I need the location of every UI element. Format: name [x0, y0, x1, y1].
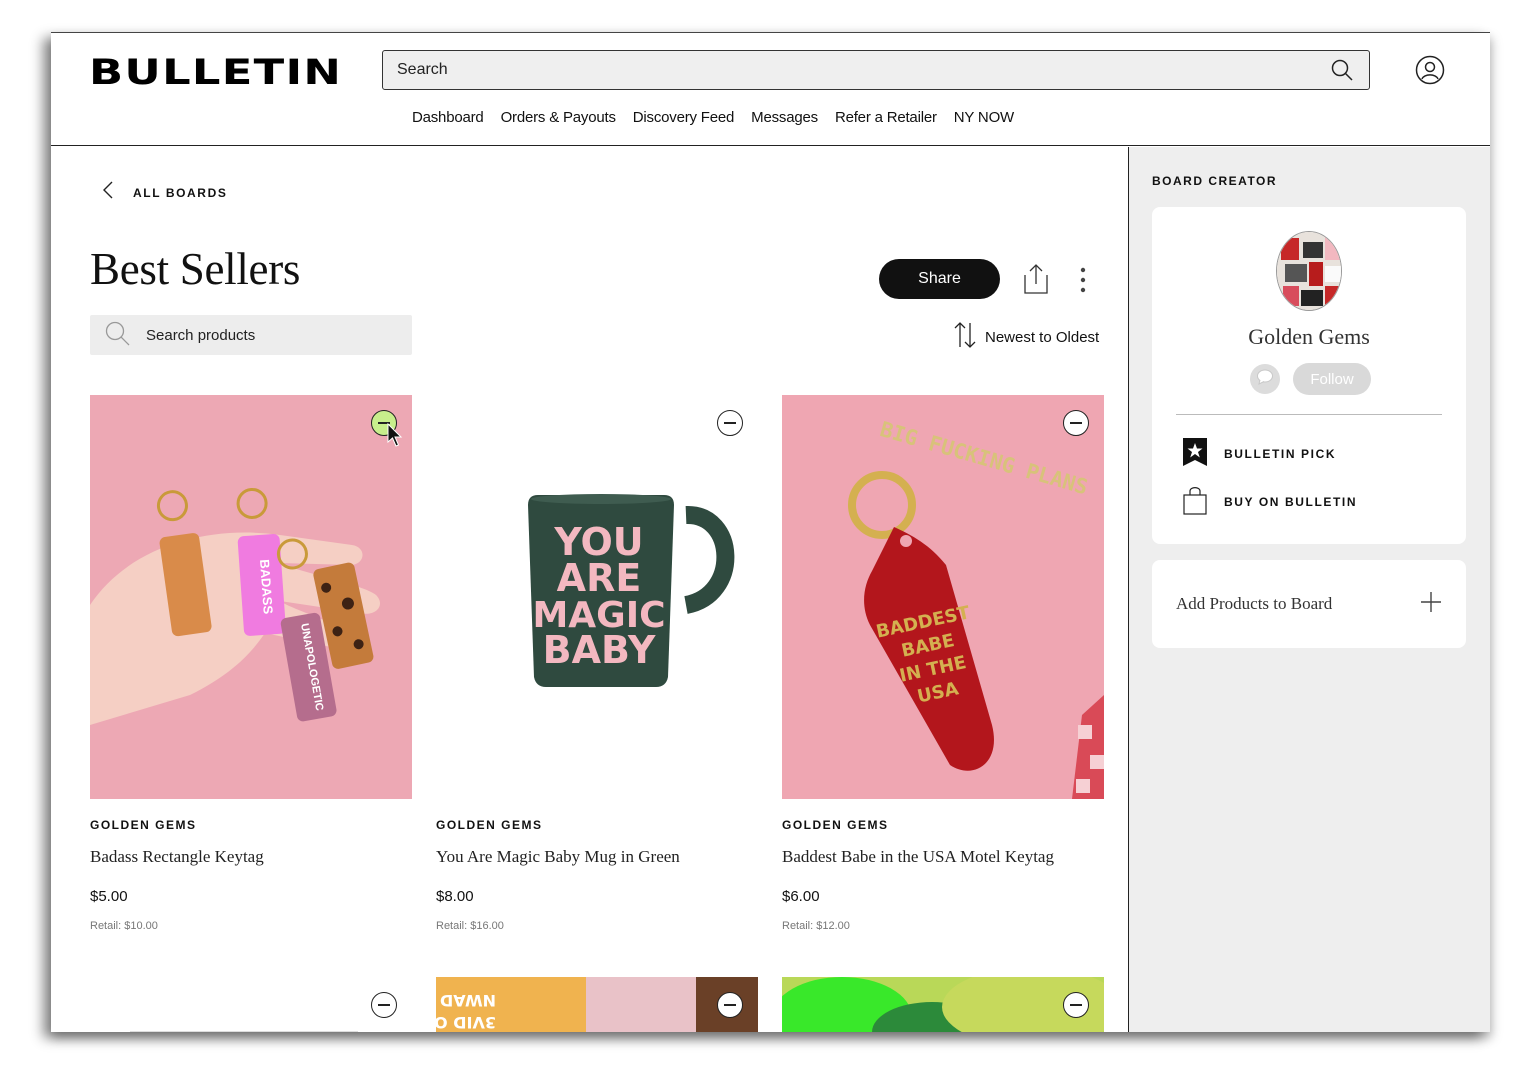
- remove-from-board-button[interactable]: [371, 992, 397, 1018]
- product-price: $6.00: [782, 888, 820, 905]
- browser-window: BULLETIN Dashboard Orders & Payouts Disc…: [51, 32, 1490, 1032]
- product-retail-price: Retail: $16.00: [436, 920, 504, 932]
- product-search-bar[interactable]: [90, 315, 412, 355]
- global-search-bar[interactable]: [382, 50, 1370, 90]
- nav-discovery-feed[interactable]: Discovery Feed: [633, 109, 735, 126]
- search-icon[interactable]: [1329, 57, 1355, 83]
- remove-from-board-button[interactable]: [717, 410, 743, 436]
- shopping-bag-icon: [1182, 485, 1208, 518]
- back-label: ALL BOARDS: [133, 185, 228, 200]
- product-card[interactable]: YOU ARE MAGIC BABY GOLDEN GEMS You Are M…: [436, 395, 758, 932]
- avatar[interactable]: [1276, 231, 1342, 311]
- next-item-text-1: NWAD: [440, 991, 496, 1010]
- product-retail-price: Retail: $10.00: [90, 920, 158, 932]
- product-image[interactable]: [90, 977, 412, 1032]
- page-title: Best Sellers: [90, 244, 301, 294]
- sidebar-title: BOARD CREATOR: [1152, 174, 1278, 188]
- product-retail-price: Retail: $12.00: [782, 920, 850, 932]
- remove-from-board-button[interactable]: [717, 992, 743, 1018]
- board-creator-sidebar: BOARD CREATOR Golden Gems Follow BULLETI…: [1128, 147, 1490, 1032]
- product-price: $8.00: [436, 888, 474, 905]
- search-icon: [104, 320, 130, 351]
- nav-refer-retailer[interactable]: Refer a Retailer: [835, 109, 937, 126]
- sort-label: Newest to Oldest: [985, 328, 1100, 346]
- nav-dashboard[interactable]: Dashboard: [412, 109, 484, 126]
- next-item-text-2: 3VID O: [436, 1013, 496, 1032]
- back-to-all-boards[interactable]: ALL BOARDS: [103, 181, 227, 204]
- product-search-input[interactable]: [146, 326, 398, 344]
- star-flag-icon: [1182, 437, 1208, 470]
- add-products-to-board-button[interactable]: Add Products to Board: [1152, 560, 1466, 648]
- add-products-label: Add Products to Board: [1176, 594, 1333, 613]
- account-icon[interactable]: [1415, 55, 1445, 85]
- creator-name[interactable]: Golden Gems: [1152, 324, 1466, 350]
- message-creator-button[interactable]: [1250, 364, 1280, 394]
- product-name[interactable]: Baddest Babe in the USA Motel Keytag: [782, 847, 1054, 867]
- chevron-left-icon: [103, 181, 113, 204]
- bulletin-logo[interactable]: BULLETIN: [89, 53, 342, 93]
- product-name[interactable]: You Are Magic Baby Mug in Green: [436, 847, 680, 867]
- product-card[interactable]: BIG FUCKING PLANS BADDEST BABE IN THE US…: [782, 395, 1104, 932]
- follow-button[interactable]: Follow: [1293, 363, 1371, 395]
- bulletin-pick-badge: BULLETIN PICK: [1182, 437, 1336, 470]
- product-card[interactable]: [90, 977, 412, 1032]
- creator-card: Golden Gems Follow BULLETIN PICK BUY ON …: [1152, 207, 1466, 544]
- nav-ny-now[interactable]: NY NOW: [954, 109, 1014, 126]
- main-nav: Dashboard Orders & Payouts Discovery Fee…: [51, 109, 1490, 126]
- global-search-input[interactable]: [397, 61, 1329, 79]
- product-price: $5.00: [90, 888, 128, 905]
- sort-dropdown[interactable]: Newest to Oldest: [953, 321, 1099, 353]
- cursor-pointer-icon: [387, 422, 403, 452]
- divider: [1176, 414, 1442, 415]
- nav-orders-payouts[interactable]: Orders & Payouts: [501, 109, 616, 126]
- nav-messages[interactable]: Messages: [751, 109, 818, 126]
- sort-arrows-icon: [953, 321, 977, 353]
- product-brand[interactable]: GOLDEN GEMS: [90, 818, 197, 832]
- product-image[interactable]: [782, 977, 1104, 1032]
- bulletin-pick-label: BULLETIN PICK: [1224, 446, 1337, 461]
- chat-bubble-icon: [1256, 368, 1274, 391]
- buy-on-bulletin-link[interactable]: BUY ON BULLETIN: [1182, 485, 1357, 518]
- site-header: BULLETIN Dashboard Orders & Payouts Disc…: [51, 33, 1490, 146]
- product-image[interactable]: NWAD 3VID O: [436, 977, 758, 1032]
- product-card[interactable]: [782, 977, 1104, 1032]
- board-main: ALL BOARDS Best Sellers Share Newest to …: [51, 147, 1128, 1032]
- buy-on-bulletin-label: BUY ON BULLETIN: [1224, 494, 1358, 509]
- more-options-icon[interactable]: [1073, 267, 1093, 293]
- remove-from-board-button[interactable]: [1063, 410, 1089, 436]
- product-image-mug[interactable]: YOU ARE MAGIC BABY: [436, 395, 758, 799]
- share-button[interactable]: Share: [879, 259, 1000, 299]
- export-icon[interactable]: [1021, 263, 1051, 295]
- product-card[interactable]: NWAD 3VID O: [436, 977, 758, 1032]
- product-image-motel-keytag[interactable]: BIG FUCKING PLANS BADDEST BABE IN THE US…: [782, 395, 1104, 799]
- product-brand[interactable]: GOLDEN GEMS: [436, 818, 543, 832]
- product-name[interactable]: Badass Rectangle Keytag: [90, 847, 264, 867]
- product-card[interactable]: BADASS UNAPOLOGETIC GOLDEN GEMS Badass R…: [90, 395, 412, 932]
- plus-icon: [1420, 591, 1442, 618]
- remove-from-board-button[interactable]: [1063, 992, 1089, 1018]
- mug-text-line-2: ARE: [557, 556, 642, 600]
- product-image-keytags[interactable]: BADASS UNAPOLOGETIC: [90, 395, 412, 799]
- product-brand[interactable]: GOLDEN GEMS: [782, 818, 889, 832]
- mug-text-line-4: BABY: [543, 628, 656, 672]
